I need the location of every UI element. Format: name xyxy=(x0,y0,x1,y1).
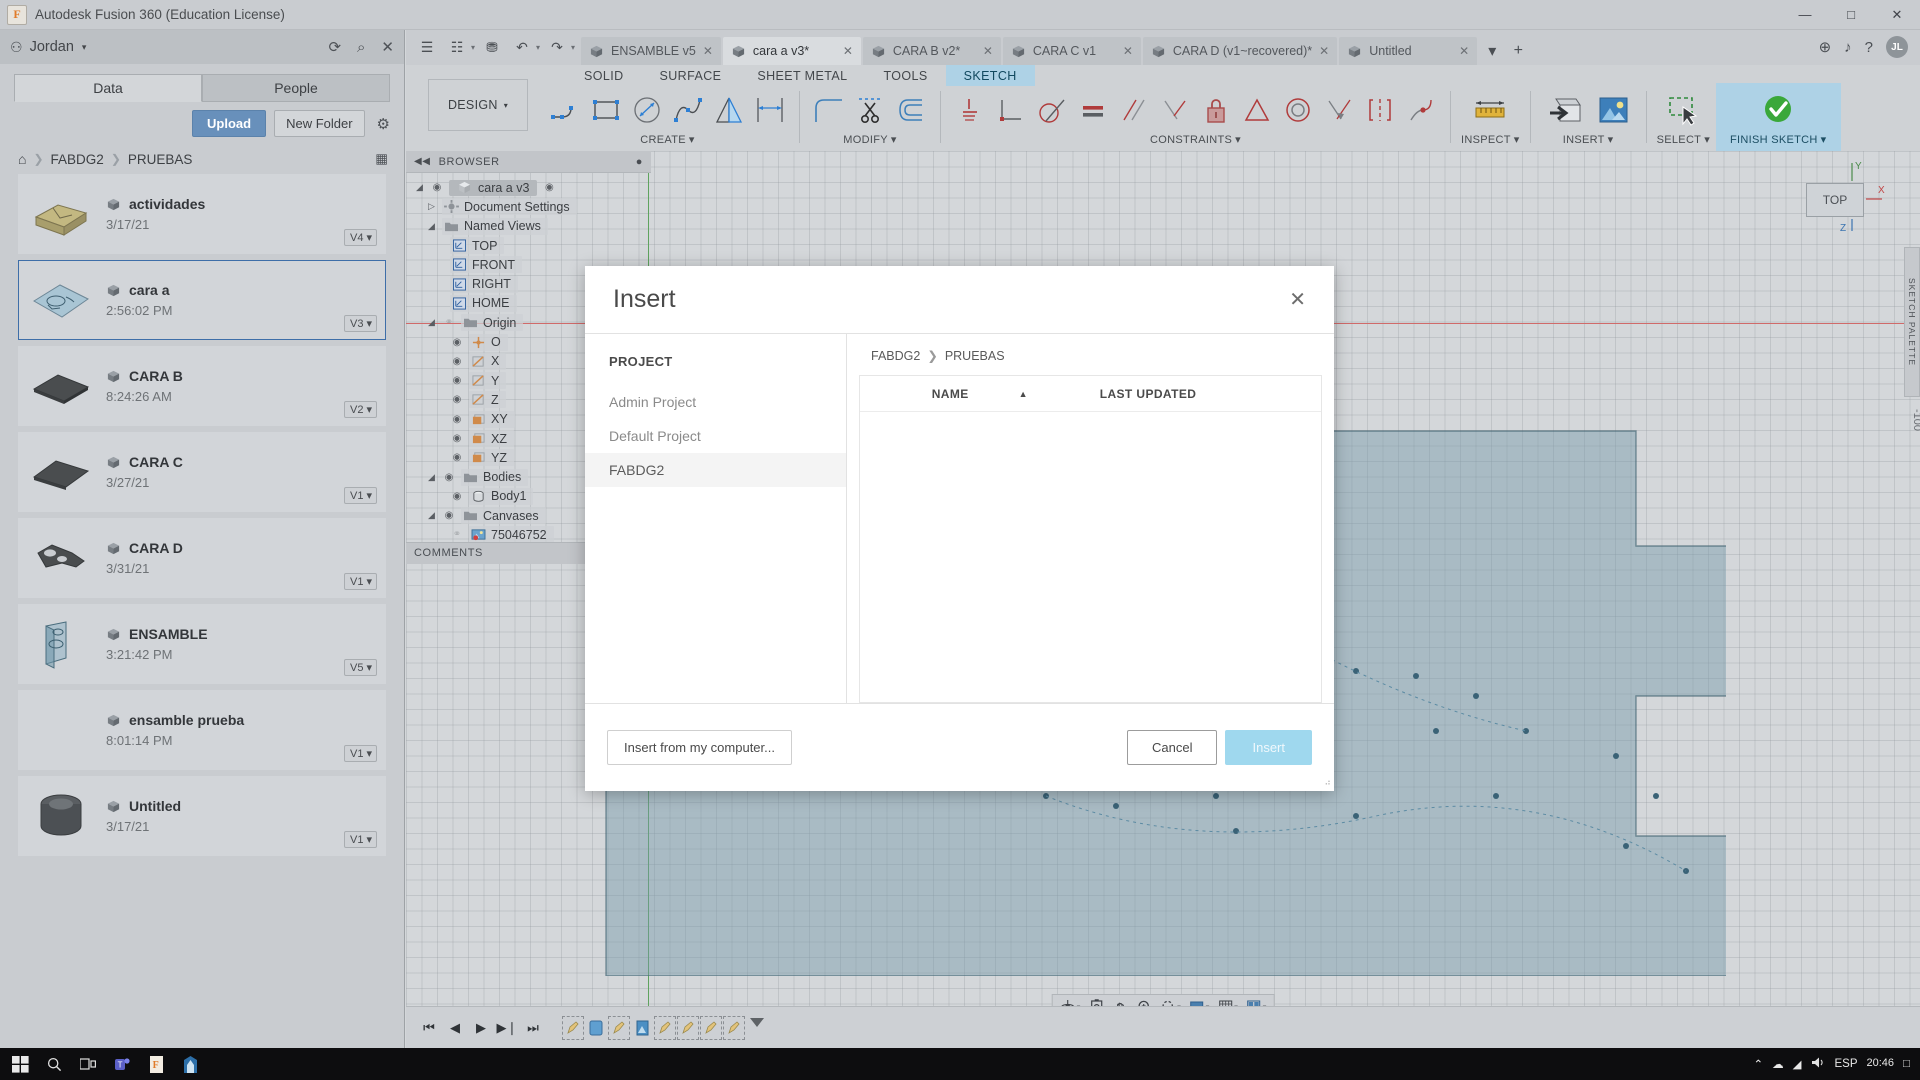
insert-button[interactable]: Insert xyxy=(1225,730,1312,765)
dialog-header: Insert ✕ xyxy=(585,266,1334,334)
svg-text:T: T xyxy=(117,1060,122,1069)
dialog-file-table: NAME ▲ LAST UPDATED xyxy=(859,375,1322,703)
insert-dialog: Insert ✕ PROJECT Admin Project Default P… xyxy=(585,266,1334,791)
clock-time: 20:46 xyxy=(1866,1057,1895,1070)
table-body xyxy=(860,412,1321,702)
dialog-breadcrumb: FABDG2 ❯ PRUEBAS xyxy=(847,334,1334,375)
resize-grip-icon[interactable]: ⠴ xyxy=(1324,777,1331,788)
cancel-button[interactable]: Cancel xyxy=(1127,730,1218,765)
project-list-label: PROJECT xyxy=(609,354,673,369)
windows-taskbar: T F ⌃ ☁ ◢ ESP 20:46 □ xyxy=(0,1048,1920,1080)
column-header-name[interactable]: NAME ▲ xyxy=(860,387,1100,401)
project-item-fabdg2[interactable]: FABDG2 xyxy=(585,453,846,487)
tray-expand-icon[interactable]: ⌃ xyxy=(1754,1057,1764,1071)
language-indicator[interactable]: ESP xyxy=(1835,1058,1858,1070)
start-icon[interactable] xyxy=(4,1048,36,1080)
dialog-project-list: PROJECT Admin Project Default Project FA… xyxy=(585,334,847,703)
dialog-breadcrumb-project[interactable]: FABDG2 xyxy=(871,349,920,363)
close-icon[interactable]: ✕ xyxy=(1289,287,1306,312)
network-icon[interactable]: ◢ xyxy=(1793,1057,1802,1071)
clock[interactable]: 20:46 xyxy=(1867,1058,1895,1070)
taskbar-left: T F xyxy=(0,1048,206,1080)
insert-from-computer-button[interactable]: Insert from my computer... xyxy=(607,730,792,765)
dialog-file-browser: FABDG2 ❯ PRUEBAS NAME ▲ LAST UPDATED xyxy=(847,334,1334,703)
dialog-body: PROJECT Admin Project Default Project FA… xyxy=(585,334,1334,703)
table-header-row: NAME ▲ LAST UPDATED xyxy=(860,376,1321,412)
store-icon[interactable] xyxy=(174,1048,206,1080)
breadcrumb-separator: ❯ xyxy=(927,349,938,363)
dialog-title: Insert xyxy=(613,285,676,313)
svg-text:F: F xyxy=(152,1060,158,1071)
column-header-last-updated[interactable]: LAST UPDATED xyxy=(1100,387,1321,401)
fusion-icon[interactable]: F xyxy=(140,1048,172,1080)
dialog-breadcrumb-folder[interactable]: PRUEBAS xyxy=(945,349,1005,363)
task-view-icon[interactable] xyxy=(72,1048,104,1080)
onedrive-icon[interactable]: ☁ xyxy=(1772,1057,1784,1071)
sort-ascending-icon: ▲ xyxy=(1018,388,1028,399)
column-label: NAME xyxy=(931,386,969,401)
teams-icon[interactable]: T xyxy=(106,1048,138,1080)
notifications-icon[interactable]: □ xyxy=(1903,1058,1910,1070)
modal-overlay: Insert ✕ PROJECT Admin Project Default P… xyxy=(0,0,1920,1080)
project-item-admin[interactable]: Admin Project xyxy=(585,385,846,419)
search-icon[interactable] xyxy=(38,1048,70,1080)
project-item-default[interactable]: Default Project xyxy=(585,419,846,453)
volume-icon[interactable] xyxy=(1811,1056,1826,1072)
dialog-footer: Insert from my computer... Cancel Insert xyxy=(585,703,1334,791)
taskbar-system-tray: ⌃ ☁ ◢ ESP 20:46 □ xyxy=(1754,1056,1920,1072)
